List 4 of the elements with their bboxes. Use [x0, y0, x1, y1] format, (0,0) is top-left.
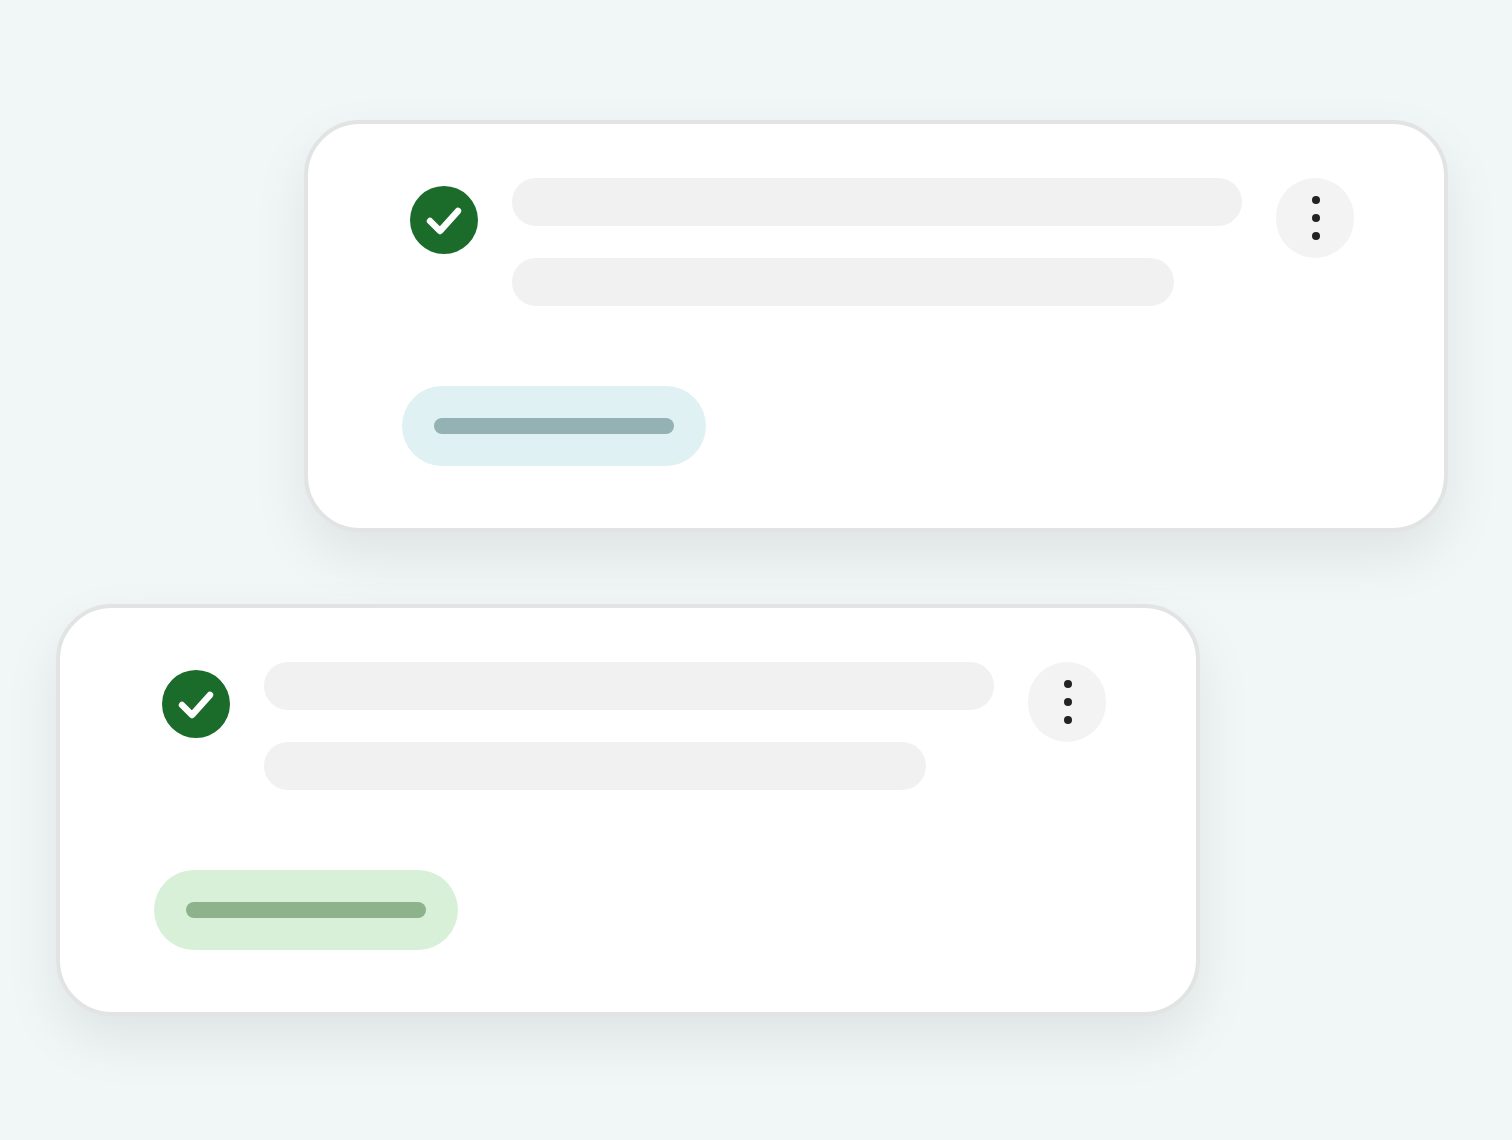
more-icon: [1311, 196, 1320, 240]
more-button[interactable]: [1276, 178, 1354, 258]
more-icon: [1063, 680, 1072, 724]
more-button[interactable]: [1028, 662, 1106, 742]
